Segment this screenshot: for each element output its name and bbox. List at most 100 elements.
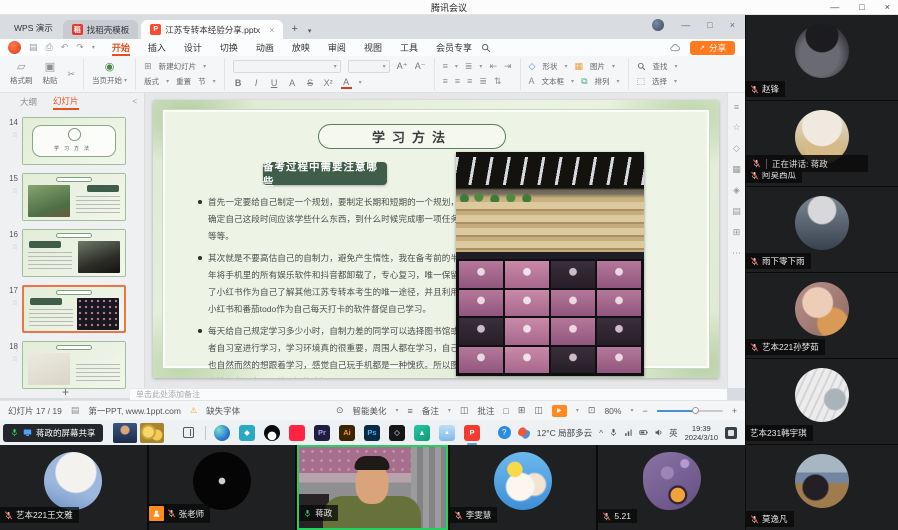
- menu-tab-member[interactable]: 会员专享: [427, 39, 481, 56]
- zoom-level[interactable]: 80%: [604, 406, 621, 416]
- participant-tile[interactable]: 艺本231韩宇琪: [746, 359, 898, 444]
- new-slide-label[interactable]: 新建幻灯片: [159, 61, 197, 72]
- slide-heading-box[interactable]: 备考过程中需要注意哪些: [263, 162, 387, 185]
- unity-icon[interactable]: ◇: [389, 425, 405, 441]
- tab-wps-home[interactable]: WPS 演示: [4, 22, 63, 39]
- star-icon[interactable]: ☆: [12, 187, 18, 195]
- participant-tile[interactable]: 艺本221王文雅: [0, 445, 147, 530]
- participant-tile[interactable]: 雨下零下雨: [746, 187, 898, 272]
- cut-icon[interactable]: ✂: [68, 69, 76, 80]
- menu-tab-slideshow[interactable]: 放映: [283, 39, 319, 56]
- tab-document[interactable]: P 江苏专转本经验分享.pptx ×: [141, 20, 283, 39]
- zoom-slider-knob[interactable]: [692, 407, 699, 414]
- cloud-sync-icon[interactable]: [670, 43, 680, 53]
- slide-canvas[interactable]: 学习方法 备考过程中需要注意哪些 首先一定要给自己制定一个规划，要制定长期和短期…: [145, 93, 727, 388]
- panel-image-icon[interactable]: ▦: [732, 164, 741, 175]
- panel-chart-icon[interactable]: ▤: [732, 206, 741, 217]
- outdent-icon[interactable]: ⇤: [489, 61, 497, 72]
- participant-tile[interactable]: 张老师: [149, 445, 296, 530]
- weather-text[interactable]: 12°C 局部多云: [537, 427, 592, 439]
- notification-center-icon[interactable]: [725, 427, 737, 439]
- reset-label[interactable]: 重置: [176, 76, 191, 87]
- notes-button[interactable]: 备注: [422, 405, 439, 417]
- tray-network-icon[interactable]: [624, 428, 633, 437]
- tab-docer-templates[interactable]: 稻 找稻壳模板: [63, 20, 139, 39]
- play-current-button[interactable]: ◉ 当页开始 ▾: [92, 62, 127, 86]
- missing-font-warning[interactable]: 缺失字体: [206, 405, 240, 417]
- select-label[interactable]: 选择: [652, 76, 667, 87]
- slide-thumbnail-17-selected[interactable]: [22, 285, 126, 333]
- underline-button[interactable]: U: [269, 78, 280, 88]
- character-spacing-button[interactable]: A: [287, 78, 298, 88]
- participant-tile[interactable]: 5.21: [598, 445, 745, 530]
- collapse-panel-icon[interactable]: <: [132, 97, 137, 106]
- menu-tab-insert[interactable]: 插入: [139, 39, 175, 56]
- find-label[interactable]: 查找: [653, 61, 668, 72]
- clock[interactable]: 19:39 2024/3/10: [685, 424, 718, 442]
- quick-access-chevron-icon[interactable]: ▾: [92, 44, 95, 51]
- reading-view-icon[interactable]: ◫: [534, 405, 543, 416]
- menu-tab-design[interactable]: 设计: [175, 39, 211, 56]
- zoom-out-icon[interactable]: −: [642, 406, 647, 416]
- tray-battery-icon[interactable]: [639, 428, 648, 437]
- menu-tab-animation[interactable]: 动画: [247, 39, 283, 56]
- slide-bullet-list[interactable]: 首先一定要给自己制定一个规划，要制定长期和短期的一个规划，确定自己这段时间应该学…: [197, 194, 459, 378]
- slide-thumbnail-14[interactable]: 学习方法: [22, 117, 126, 165]
- font-family-select[interactable]: ▾: [233, 60, 341, 73]
- participant-tile[interactable]: 赵锋: [746, 15, 898, 100]
- sorter-view-icon[interactable]: ⊞: [518, 405, 526, 416]
- wps-restore-icon[interactable]: □: [707, 20, 712, 30]
- wps-close-icon[interactable]: ×: [730, 20, 735, 30]
- help-icon[interactable]: ?: [498, 426, 511, 439]
- align-center-icon[interactable]: ≡: [455, 76, 460, 87]
- taskbar-widget-coins[interactable]: [140, 423, 164, 443]
- panel-animation-icon[interactable]: ◈: [733, 185, 740, 196]
- slideshow-play-button[interactable]: ▶: [552, 405, 567, 417]
- slide-thumbnail-15[interactable]: [22, 173, 126, 221]
- maximize-icon[interactable]: □: [859, 0, 864, 15]
- number-list-icon[interactable]: ≣: [465, 61, 473, 72]
- menu-tab-review[interactable]: 审阅: [319, 39, 355, 56]
- slide-embedded-image[interactable]: [456, 152, 644, 376]
- strikethrough-button[interactable]: S: [305, 78, 316, 88]
- print-icon[interactable]: ⎙: [46, 42, 53, 53]
- superscript-button[interactable]: X²: [323, 78, 334, 88]
- shapes-label[interactable]: 形状: [542, 61, 557, 72]
- star-icon[interactable]: ☆: [12, 243, 18, 251]
- bullet-list-icon[interactable]: ≡: [443, 61, 448, 72]
- notes-bar[interactable]: 单击此处添加备注: [130, 388, 727, 400]
- panel-star-icon[interactable]: ☆: [732, 122, 740, 133]
- wps-presentation-taskbar-icon[interactable]: P: [464, 425, 480, 441]
- search-icon[interactable]: [481, 43, 491, 53]
- normal-view-icon[interactable]: □: [503, 406, 508, 416]
- redo-icon[interactable]: ↷: [76, 42, 84, 53]
- panel-settings-icon[interactable]: ⊞: [733, 227, 741, 238]
- taskbar-widget-photo[interactable]: [113, 423, 137, 443]
- star-icon[interactable]: ☆: [12, 299, 18, 307]
- line-spacing-icon[interactable]: ⇅: [494, 76, 502, 87]
- participant-tile[interactable]: 李雯慧: [450, 445, 597, 530]
- zoom-in-icon[interactable]: +: [732, 406, 737, 416]
- fit-window-icon[interactable]: ⊡: [588, 405, 596, 416]
- share-button[interactable]: ↗ 分享: [690, 41, 735, 55]
- slide-title-pill[interactable]: 学习方法: [318, 124, 506, 149]
- new-tab-icon[interactable]: +: [291, 23, 297, 35]
- panel-shape-icon[interactable]: ◇: [733, 143, 740, 154]
- edge-icon[interactable]: [214, 425, 230, 441]
- paste-button[interactable]: ▣ 粘贴: [43, 62, 58, 86]
- menu-tab-view[interactable]: 视图: [355, 39, 391, 56]
- tab-close-icon[interactable]: ×: [269, 25, 274, 35]
- arrange-label[interactable]: 排列: [595, 76, 610, 87]
- premiere-icon[interactable]: Pr: [314, 425, 330, 441]
- comments-button[interactable]: 批注: [477, 405, 494, 417]
- zoom-slider[interactable]: [657, 410, 723, 412]
- wps-minimize-icon[interactable]: —: [681, 20, 690, 30]
- star-icon[interactable]: ☆: [12, 131, 18, 139]
- star-icon[interactable]: ☆: [12, 355, 18, 363]
- menu-tab-home[interactable]: 开始: [103, 39, 139, 56]
- illustrator-icon[interactable]: Ai: [339, 425, 355, 441]
- justify-icon[interactable]: ≣: [479, 76, 487, 87]
- photos-app-icon[interactable]: ▲: [439, 425, 455, 441]
- qq-icon[interactable]: [264, 425, 280, 441]
- bold-button[interactable]: B: [233, 78, 244, 88]
